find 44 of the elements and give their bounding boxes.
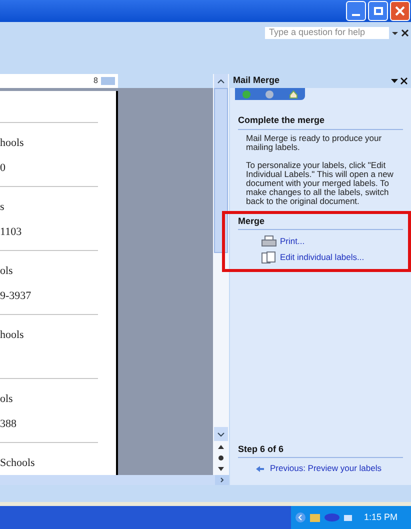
restore-button[interactable] (368, 1, 388, 21)
step-indicator: Step 6 of 6 (238, 442, 403, 458)
label-text: 0 (0, 160, 6, 176)
forward-icon[interactable] (265, 90, 274, 98)
right-chevron-icon (220, 477, 224, 483)
label-text: Schools (0, 456, 35, 471)
instruction-text: Mail Merge is ready to produce your mailing labels. (245, 134, 383, 152)
network-icon[interactable] (343, 512, 355, 522)
previous-link[interactable]: Previous: Preview your labels (238, 458, 403, 485)
label-text: ols (0, 392, 13, 407)
help-field[interactable]: Type a question for help (265, 27, 389, 39)
tray-app-icon[interactable] (324, 513, 340, 522)
up-chevron-icon (217, 78, 225, 84)
dropdown-icon[interactable] (391, 78, 398, 84)
minimize-button[interactable] (346, 1, 366, 21)
close-button[interactable] (390, 1, 410, 21)
label-text: hools (0, 328, 24, 343)
label-text: ols (0, 264, 13, 279)
document-icon (261, 250, 277, 264)
action-link[interactable]: Edit individual labels... (261, 250, 403, 264)
down-chevron-icon (217, 432, 225, 436)
scroll-down-button[interactable] (214, 427, 228, 441)
printer-icon (261, 235, 277, 248)
label-text: hools (0, 136, 24, 151)
clock: 1:15 PM (364, 510, 398, 524)
label-text: 388 (0, 416, 16, 432)
section-heading: Complete the merge (238, 114, 403, 130)
close-icon[interactable] (400, 77, 408, 85)
tray-app-icon[interactable] (309, 512, 321, 523)
scroll-right-button[interactable] (215, 475, 229, 485)
action-link[interactable]: Print... (261, 235, 403, 248)
scroll-up-button[interactable] (214, 74, 228, 88)
task-pane-title: Mail Merge (233, 74, 281, 88)
close-icon (395, 6, 405, 16)
instruction-text: To personalize your labels, click "Edit Individual Labels." This will open a new document with your merged labels. To make changes to all the labels, switch back to the original document. (245, 160, 394, 206)
label-text: 9-3937 (0, 288, 32, 304)
close-icon[interactable] (401, 27, 409, 39)
chevron-icon[interactable] (295, 512, 306, 523)
browse-controls-icon[interactable] (217, 443, 225, 473)
label-text: s (0, 200, 4, 215)
left-arrow-icon (256, 466, 264, 472)
label-text: 1103 (0, 224, 22, 240)
ruler: 8 (0, 74, 118, 88)
section-heading: Merge (238, 214, 403, 230)
